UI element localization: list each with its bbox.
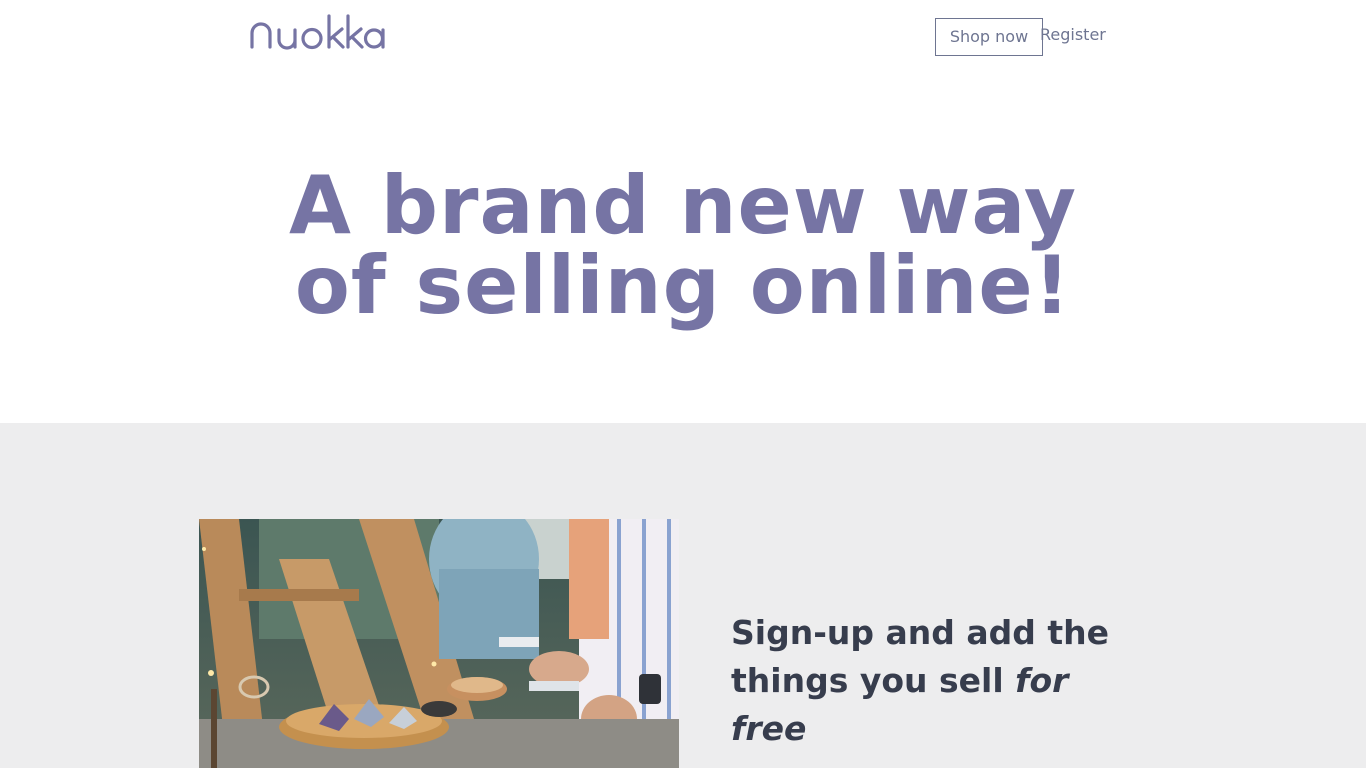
hero-title: A brand new way of selling online!: [200, 166, 1166, 326]
market-stall-photo: [199, 519, 679, 768]
market-stall-photo-illustration: [199, 519, 679, 768]
top-navbar: Shop now Register: [0, 0, 1366, 70]
hero-section: A brand new way of selling online!: [0, 70, 1366, 423]
nuokka-logo-wordmark: [250, 14, 385, 50]
feature-section: Sign-up and add the things you sell for …: [0, 423, 1366, 768]
shop-now-button[interactable]: Shop now: [935, 18, 1043, 56]
register-link[interactable]: Register: [1040, 25, 1106, 45]
nuokka-logo[interactable]: [250, 10, 390, 54]
hero-title-line-2: of selling online!: [294, 239, 1072, 332]
feature-description: Sign-up and add the things you sell for …: [731, 609, 1131, 753]
